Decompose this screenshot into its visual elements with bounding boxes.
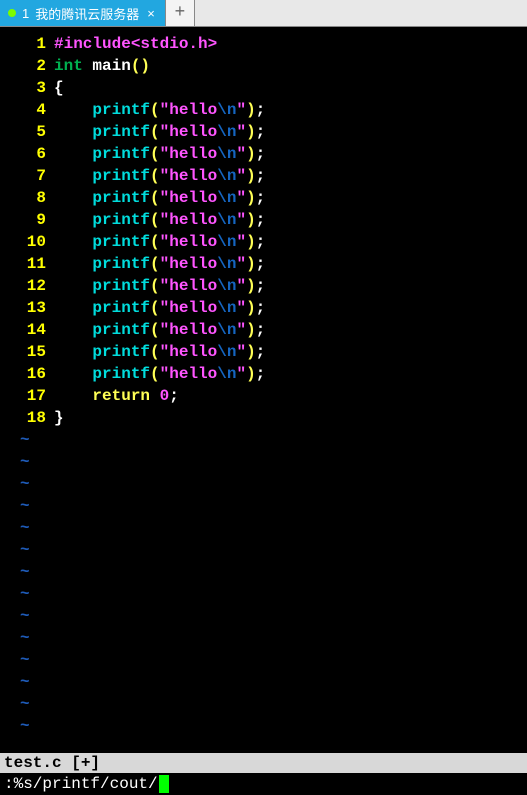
code-line: 6 printf("hello\n");	[4, 143, 527, 165]
code-text: printf("hello\n");	[54, 99, 265, 121]
line-number: 2	[4, 55, 54, 77]
code-line: 16 printf("hello\n");	[4, 363, 527, 385]
code-line: 3{	[4, 77, 527, 99]
status-filename: test.c [+]	[4, 754, 100, 772]
code-line: 11 printf("hello\n");	[4, 253, 527, 275]
tab-active[interactable]: 1 我的腾讯云服务器 ×	[0, 0, 166, 26]
command-text: :%s/printf/cout/	[4, 773, 158, 795]
tab-title: 我的腾讯云服务器	[35, 4, 139, 23]
tab-status-dot-icon	[8, 9, 16, 17]
code-text: int main()	[54, 55, 150, 77]
vim-tilde-line: ~	[4, 605, 527, 627]
line-number: 18	[4, 407, 54, 429]
line-number: 8	[4, 187, 54, 209]
code-text: printf("hello\n");	[54, 143, 265, 165]
code-line: 15 printf("hello\n");	[4, 341, 527, 363]
vim-tilde-line: ~	[4, 539, 527, 561]
code-text: printf("hello\n");	[54, 341, 265, 363]
line-number: 14	[4, 319, 54, 341]
code-text: #include<stdio.h>	[54, 33, 217, 55]
close-icon[interactable]: ×	[145, 6, 157, 21]
code-text: return 0;	[54, 385, 179, 407]
code-text: printf("hello\n");	[54, 121, 265, 143]
code-line: 17 return 0;	[4, 385, 527, 407]
new-tab-button[interactable]: +	[166, 0, 195, 26]
vim-tilde-line: ~	[4, 495, 527, 517]
code-line: 7 printf("hello\n");	[4, 165, 527, 187]
vim-tilde-line: ~	[4, 561, 527, 583]
code-text: printf("hello\n");	[54, 231, 265, 253]
line-number: 12	[4, 275, 54, 297]
status-line: test.c [+]	[0, 753, 527, 773]
editor-area[interactable]: 1#include<stdio.h>2int main()3{4 printf(…	[0, 27, 527, 753]
vim-tilde-line: ~	[4, 583, 527, 605]
terminal-vim-window: 1 我的腾讯云服务器 × + 1#include<stdio.h>2int ma…	[0, 0, 527, 795]
vim-tilde-line: ~	[4, 715, 527, 737]
code-text: printf("hello\n");	[54, 319, 265, 341]
cursor-block-icon	[159, 775, 169, 793]
code-text: }	[54, 407, 64, 429]
tab-index: 1	[22, 6, 29, 21]
plus-icon: +	[174, 3, 185, 23]
code-text: printf("hello\n");	[54, 363, 265, 385]
line-number: 4	[4, 99, 54, 121]
vim-tilde-line: ~	[4, 627, 527, 649]
vim-tilde-line: ~	[4, 473, 527, 495]
code-text: printf("hello\n");	[54, 165, 265, 187]
line-number: 3	[4, 77, 54, 99]
tab-bar: 1 我的腾讯云服务器 × +	[0, 0, 527, 27]
line-number: 16	[4, 363, 54, 385]
vim-tilde-line: ~	[4, 451, 527, 473]
line-number: 1	[4, 33, 54, 55]
line-number: 10	[4, 231, 54, 253]
code-line: 18}	[4, 407, 527, 429]
line-number: 6	[4, 143, 54, 165]
line-number: 17	[4, 385, 54, 407]
code-line: 5 printf("hello\n");	[4, 121, 527, 143]
line-number: 13	[4, 297, 54, 319]
line-number: 9	[4, 209, 54, 231]
code-text: printf("hello\n");	[54, 187, 265, 209]
code-text: {	[54, 77, 64, 99]
line-number: 11	[4, 253, 54, 275]
vim-tilde-line: ~	[4, 693, 527, 715]
vim-tilde-line: ~	[4, 517, 527, 539]
code-line: 10 printf("hello\n");	[4, 231, 527, 253]
command-line[interactable]: :%s/printf/cout/	[0, 773, 527, 795]
line-number: 15	[4, 341, 54, 363]
code-text: printf("hello\n");	[54, 209, 265, 231]
code-line: 13 printf("hello\n");	[4, 297, 527, 319]
vim-tilde-line: ~	[4, 671, 527, 693]
code-text: printf("hello\n");	[54, 253, 265, 275]
code-text: printf("hello\n");	[54, 275, 265, 297]
code-line: 9 printf("hello\n");	[4, 209, 527, 231]
line-number: 5	[4, 121, 54, 143]
code-line: 4 printf("hello\n");	[4, 99, 527, 121]
vim-tilde-line: ~	[4, 429, 527, 451]
code-line: 14 printf("hello\n");	[4, 319, 527, 341]
code-line: 12 printf("hello\n");	[4, 275, 527, 297]
code-line: 2int main()	[4, 55, 527, 77]
code-line: 1#include<stdio.h>	[4, 33, 527, 55]
code-line: 8 printf("hello\n");	[4, 187, 527, 209]
code-text: printf("hello\n");	[54, 297, 265, 319]
vim-tilde-line: ~	[4, 649, 527, 671]
line-number: 7	[4, 165, 54, 187]
